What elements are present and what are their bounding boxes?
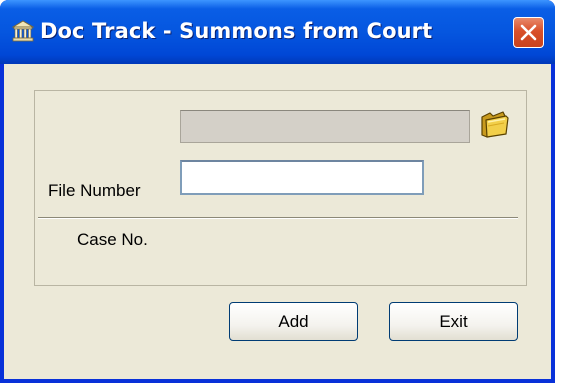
dialog-body: File Number Case No. Add Exit	[4, 64, 551, 379]
window-title: Doc Track - Summons from Court	[40, 19, 433, 43]
title-bar[interactable]: Doc Track - Summons from Court	[0, 0, 555, 64]
case-no-field[interactable]	[180, 160, 424, 195]
file-number-label: File Number	[48, 181, 141, 200]
case-no-label: Case No.	[77, 230, 148, 249]
close-button[interactable]	[513, 17, 544, 48]
separator-line	[38, 217, 518, 219]
add-button[interactable]: Add	[229, 302, 358, 341]
file-number-field[interactable]	[180, 110, 470, 143]
dialog-window: Doc Track - Summons from Court File Numb…	[0, 0, 555, 383]
building-icon	[11, 20, 35, 42]
exit-button[interactable]: Exit	[389, 302, 518, 341]
folder-icon[interactable]	[479, 108, 511, 140]
